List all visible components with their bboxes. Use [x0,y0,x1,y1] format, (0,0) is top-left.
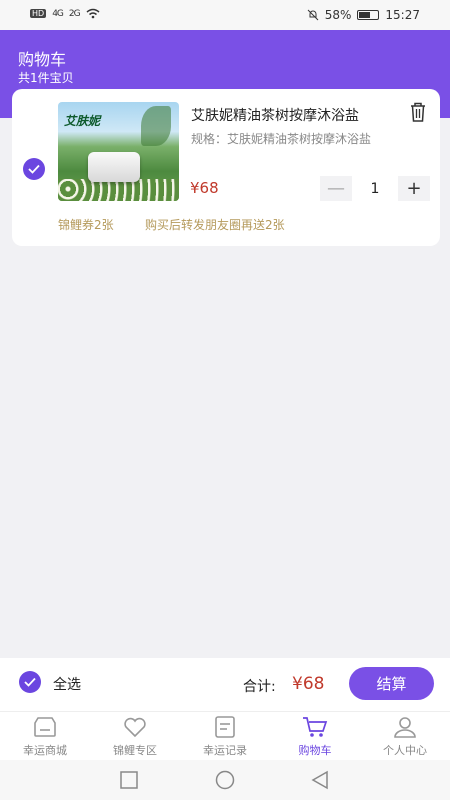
trash-icon[interactable] [408,101,428,123]
status-bar: HD 4G 2G 58% 15:27 [0,0,450,30]
coupon-label: 锦鲤券2张 [58,218,114,232]
tab-shop[interactable]: 幸运商城 [0,712,90,760]
product-jar [88,152,140,182]
signal-icon-2: 2G [68,8,81,19]
tab-label: 个人中心 [383,744,427,757]
tab-records[interactable]: 幸运记录 [180,712,270,760]
item-count: 共1件宝贝 [18,71,74,85]
back-icon[interactable] [310,770,330,790]
tab-profile[interactable]: 个人中心 [360,712,450,760]
check-icon [24,677,36,687]
product-logo: 艾肤妮 [64,114,101,128]
select-all-checkbox[interactable] [19,671,41,693]
cart-item-card: 艾肤妮 艾肤妮精油茶树按摩沐浴盐 规格：艾肤妮精油茶树按摩沐浴盐 ¥68 — 1… [12,89,440,246]
tab-cart[interactable]: 购物车 [270,712,360,760]
shop-icon [34,717,56,737]
hd-badge: HD [30,9,47,18]
total-label: 合计: [243,679,276,695]
tab-label: 幸运记录 [203,744,247,757]
battery-percent: 58% [324,8,352,22]
cart-icon [303,717,328,737]
recents-icon[interactable] [119,770,139,790]
mute-bell-icon [307,9,319,21]
battery-icon [357,10,380,20]
check-icon [28,164,40,174]
flowers-decoration [58,179,179,201]
checkout-bar: 全选 合计: ¥68 结算 [0,658,450,711]
user-icon [394,717,416,738]
decrease-button[interactable]: — [320,176,352,201]
item-checkbox[interactable] [23,158,45,180]
signal-icon: 4G [52,8,64,19]
select-all-label[interactable]: 全选 [53,674,81,694]
heart-icon [124,717,146,738]
tab-bar: 幸运商城 锦鲤专区 幸运记录 购物车 个人中心 [0,711,450,760]
product-name[interactable]: 艾肤妮精油茶树按摩沐浴盐 [191,105,359,125]
clock: 15:27 [385,8,420,22]
total-value: ¥68 [292,674,325,694]
tab-label: 幸运商城 [23,744,67,757]
product-spec: 规格：艾肤妮精油茶树按摩沐浴盐 [191,132,372,146]
tab-label: 购物车 [298,744,332,757]
quantity-stepper: — 1 + [320,176,430,201]
tab-label: 锦鲤专区 [113,744,157,757]
coupon-bonus-label: 购买后转发朋友圈再送2张 [145,218,285,232]
increase-button[interactable]: + [398,176,430,201]
page-title: 购物车 [18,50,67,69]
system-nav-bar [0,760,450,800]
wifi-icon [86,8,100,19]
product-price: ¥68 [190,179,219,197]
home-icon[interactable] [214,770,236,790]
record-icon [215,716,235,738]
leaf-decoration [141,106,171,146]
checkout-button[interactable]: 结算 [349,667,434,700]
tab-koi[interactable]: 锦鲤专区 [90,712,180,760]
quantity-value[interactable]: 1 [352,181,398,197]
product-image[interactable]: 艾肤妮 [58,102,179,201]
